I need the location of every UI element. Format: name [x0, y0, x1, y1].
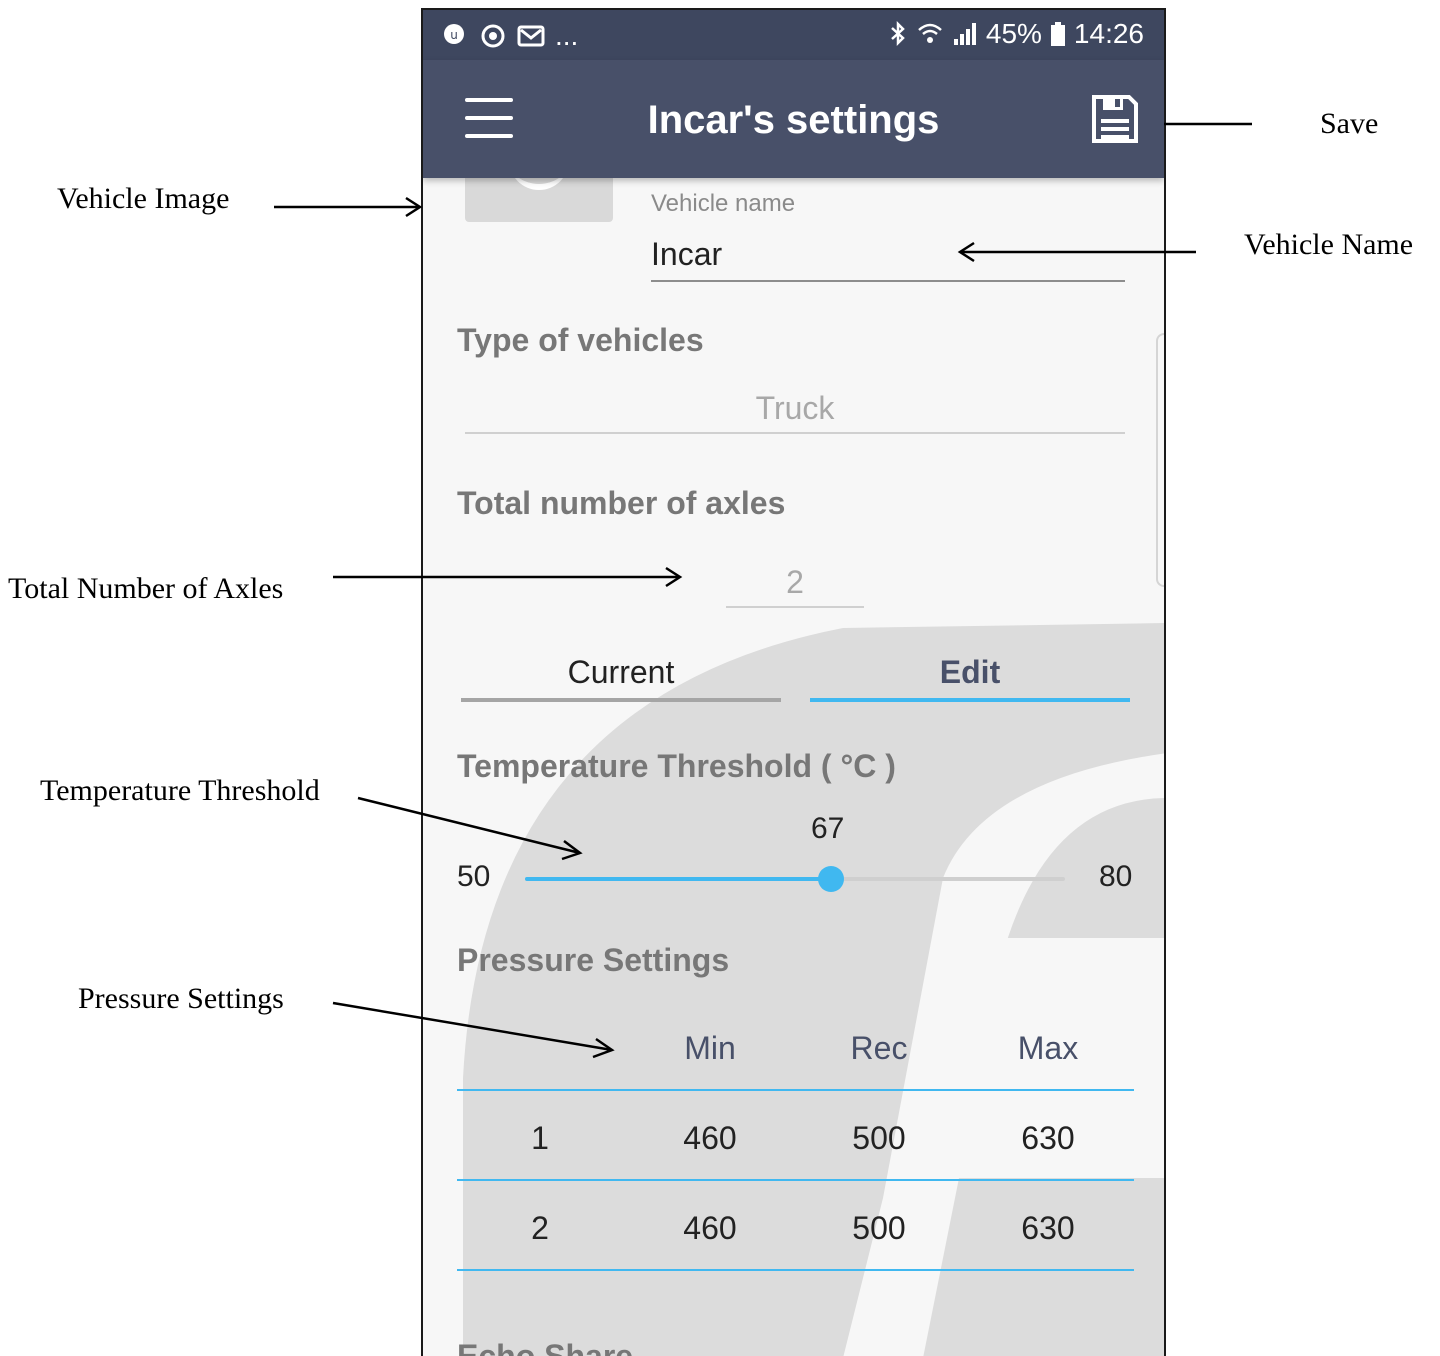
- annotation-arrows: [274, 113, 1252, 1059]
- app-bar: Incar's settings: [423, 60, 1164, 178]
- floppy-save-icon[interactable]: [1091, 94, 1139, 144]
- page-title: Incar's settings: [647, 98, 940, 142]
- arrow-pressure: [332, 1001, 613, 1052]
- arrow-temperature: [357, 796, 581, 855]
